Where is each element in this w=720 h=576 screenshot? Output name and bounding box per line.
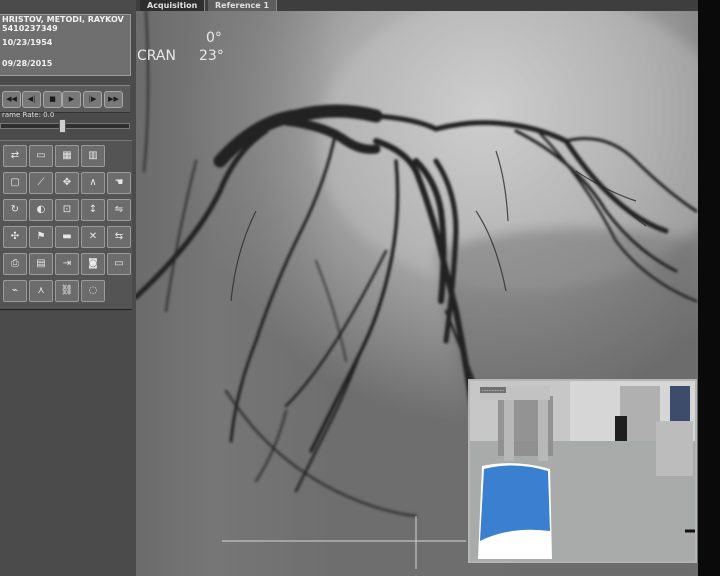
- left-control-panel: HRISTOV, METODI, RAYKOV 5410237349 10/23…: [0, 0, 136, 576]
- view-tab-bar: Acquisition Reference 1: [136, 0, 720, 11]
- fast-forward-button[interactable]: ▶▶: [104, 91, 123, 108]
- film-stack-icon: ▥: [88, 150, 98, 161]
- play-button[interactable]: ▶: [62, 91, 81, 108]
- secondary-angle-readout: 23°: [199, 48, 224, 64]
- zoom-tool[interactable]: ⊡: [55, 199, 79, 221]
- flip-tool[interactable]: ⇋: [107, 199, 131, 221]
- close-icon: ✕: [88, 231, 98, 242]
- hand-tool[interactable]: ☚: [107, 172, 131, 194]
- flip-icon: ⇋: [114, 204, 124, 215]
- vessel-tool[interactable]: ⋏: [29, 280, 53, 302]
- step-back-icon: ◀|: [27, 95, 36, 103]
- balloon-tool[interactable]: ◌: [81, 280, 105, 302]
- document-tool[interactable]: ▤: [29, 253, 53, 275]
- folder-open-icon: ▬: [62, 231, 72, 242]
- film-stack-tool[interactable]: ▥: [81, 145, 105, 167]
- pan-icon: ✣: [10, 231, 20, 242]
- right-border: [698, 0, 720, 576]
- link-tool[interactable]: ⛓: [55, 280, 79, 302]
- flag-icon: ⚑: [36, 231, 46, 242]
- move-tool[interactable]: ✥: [55, 172, 79, 194]
- pointer-tool[interactable]: ↕: [81, 199, 105, 221]
- move-icon: ✥: [62, 177, 72, 188]
- room-camera-image: [470, 381, 695, 561]
- pointer-icon: ↕: [88, 204, 98, 215]
- step-forward-button[interactable]: |▶: [83, 91, 102, 108]
- ruler-tool[interactable]: ⟋: [29, 172, 53, 194]
- fast-forward-icon: ▶▶: [108, 95, 119, 103]
- contrast-tool[interactable]: ◐: [29, 199, 53, 221]
- pan-tool[interactable]: ✣: [3, 226, 27, 248]
- stop-button[interactable]: ■: [43, 91, 62, 108]
- folder-open-tool[interactable]: ▬: [55, 226, 79, 248]
- export-tool[interactable]: ⇥: [55, 253, 79, 275]
- room-camera-caption: ..............: [480, 387, 507, 393]
- angiography-workstation: HRISTOV, METODI, RAYKOV 5410237349 10/23…: [0, 0, 720, 576]
- layout-tool[interactable]: ⇄: [3, 145, 27, 167]
- secondary-angle-label: CRAN: [137, 48, 176, 64]
- step-forward-icon: |▶: [88, 95, 97, 103]
- print-tool[interactable]: ⎙: [3, 253, 27, 275]
- play-icon: ▶: [68, 95, 75, 103]
- flag-tool[interactable]: ⚑: [29, 226, 53, 248]
- folder-icon: ▭: [36, 150, 46, 161]
- film-icon: ▦: [62, 150, 72, 161]
- patient-name: HRISTOV, METODI, RAYKOV: [2, 15, 124, 24]
- reset-icon: ⇆: [114, 231, 124, 242]
- export-icon: ⇥: [62, 258, 72, 269]
- stop-icon: ■: [49, 95, 56, 103]
- ecg-icon: ⌁: [11, 285, 19, 296]
- monitor-icon: ▭: [114, 258, 124, 269]
- step-back-button[interactable]: ◀|: [22, 91, 41, 108]
- tab-acquisition[interactable]: Acquisition: [140, 0, 206, 11]
- ruler-icon: ⟋: [37, 177, 45, 188]
- study-date: 09/28/2015: [2, 59, 53, 68]
- annotation-icon: ↻: [10, 204, 20, 215]
- patient-birth-date: 10/23/1954: [2, 38, 53, 47]
- camera-tool[interactable]: ◙: [81, 253, 105, 275]
- room-camera-inset: ..............: [468, 379, 697, 563]
- tab-reference-1[interactable]: Reference 1: [208, 0, 278, 11]
- contrast-icon: ◐: [36, 204, 46, 215]
- ecg-tool[interactable]: ⌁: [3, 280, 27, 302]
- rewind-icon: ◀◀: [6, 95, 17, 103]
- zoom-icon: ⊡: [62, 204, 72, 215]
- measure-angle-icon: ∧: [89, 177, 97, 188]
- folder-tool[interactable]: ▭: [29, 145, 53, 167]
- comment-tool[interactable]: ▢: [3, 172, 27, 194]
- print-icon: ⎙: [11, 258, 19, 269]
- balloon-icon: ◌: [88, 285, 98, 296]
- cine-player-controls: ◀◀ ◀| ■ ▶ |▶ ▶▶: [0, 85, 130, 113]
- layout-icon: ⇄: [10, 150, 20, 161]
- camera-icon: ◙: [88, 258, 98, 269]
- hand-icon: ☚: [114, 177, 124, 188]
- patient-info-box: HRISTOV, METODI, RAYKOV 5410237349 10/23…: [0, 14, 131, 76]
- reset-tool[interactable]: ⇆: [107, 226, 131, 248]
- link-icon: ⛓: [60, 285, 74, 296]
- patient-id: 5410237349: [2, 24, 58, 33]
- close-tool[interactable]: ✕: [81, 226, 105, 248]
- measure-angle-tool[interactable]: ∧: [81, 172, 105, 194]
- vessel-icon: ⋏: [37, 285, 45, 296]
- monitor-tool[interactable]: ▭: [107, 253, 131, 275]
- rewind-button[interactable]: ◀◀: [2, 91, 21, 108]
- document-icon: ▤: [36, 258, 46, 269]
- tool-palette: ⇄ ▭ ▦ ▥ ▢ ⟋ ✥ ∧ ☚ ↻ ◐ ⊡ ↕ ⇋ ✣ ⚑ ▬ ✕ ⇆ ⎙ ▤ ⇥ ◙ ▭ ⌁ ⋏ ⛓ ◌: [0, 140, 132, 310]
- frame-rate-slider-thumb[interactable]: [59, 119, 66, 133]
- primary-angle-readout: 0°: [206, 30, 222, 46]
- annotation-tool[interactable]: ↻: [3, 199, 27, 221]
- film-tool[interactable]: ▦: [55, 145, 79, 167]
- comment-icon: ▢: [10, 177, 20, 188]
- frame-rate-label: rame Rate: 0.0: [2, 111, 55, 119]
